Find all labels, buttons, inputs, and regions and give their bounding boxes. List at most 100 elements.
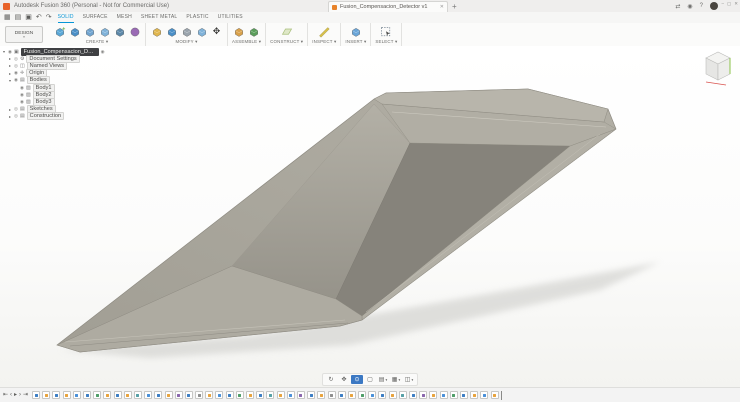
revolve-icon[interactable] (83, 25, 96, 38)
3d-viewport[interactable]: ▾ ◉ ▣ Fusion_Compensacion_Det... ◉ ▸◎⚙Do… (0, 46, 740, 402)
visibility-eye-icon[interactable]: ◉ (101, 49, 105, 55)
timeline-feature-extrude[interactable] (165, 391, 173, 399)
redo-icon[interactable]: ↷ (46, 13, 52, 23)
tab-utilities[interactable]: UTILITIES (218, 12, 243, 23)
timeline-feature-fillet[interactable] (144, 391, 152, 399)
visibility-eye-icon[interactable]: ◉ (14, 70, 18, 76)
display-settings-icon[interactable]: ▤▾ (377, 375, 389, 384)
caret-down-icon[interactable]: ▾ (8, 78, 12, 83)
group-label-insert[interactable]: INSERT ▾ (345, 39, 366, 45)
close-button[interactable]: ✕ (734, 0, 738, 8)
tab-sheet-metal[interactable]: SHEET METAL (141, 12, 177, 23)
timeline-feature-extrude[interactable] (124, 391, 132, 399)
timeline-feature-hole[interactable] (195, 391, 203, 399)
timeline-feature-sketch[interactable] (114, 391, 122, 399)
form-icon[interactable] (128, 25, 141, 38)
visibility-eye-icon[interactable]: ◎ (14, 113, 18, 119)
timeline-feature-extrude[interactable] (103, 391, 111, 399)
visibility-eye-icon[interactable]: ◎ (14, 106, 18, 112)
timeline-feature-fillet[interactable] (480, 391, 488, 399)
browser-item-named-views[interactable]: ▸◎◫Named Views (2, 62, 114, 69)
visibility-eye-icon[interactable]: ◉ (20, 99, 24, 105)
workspace-selector-button[interactable]: DESIGN ▾ (5, 26, 43, 43)
timeline-feature-extrude[interactable] (429, 391, 437, 399)
browser-item-body3[interactable]: ◉▧Body3 (2, 98, 114, 105)
new-solid-icon[interactable]: + (53, 25, 66, 38)
combine-icon[interactable] (195, 25, 208, 38)
minimize-button[interactable]: – (721, 0, 724, 8)
step-back-icon[interactable]: ‹ (10, 390, 12, 400)
visibility-eye-icon[interactable]: ◉ (14, 77, 18, 83)
grid-settings-icon[interactable]: ▦▾ (390, 375, 402, 384)
timeline-feature-sketch[interactable] (185, 391, 193, 399)
timeline-feature-extrude[interactable] (42, 391, 50, 399)
caret-right-icon[interactable]: ▸ (8, 71, 12, 76)
visibility-eye-icon[interactable]: ◎ (14, 56, 18, 62)
pattern-icon[interactable] (113, 25, 126, 38)
timeline-feature-fillet[interactable] (73, 391, 81, 399)
timeline-feature-pattern[interactable] (419, 391, 427, 399)
timeline-feature-shell[interactable] (266, 391, 274, 399)
joint-icon[interactable] (248, 25, 261, 38)
construction-plane-icon[interactable] (280, 25, 293, 38)
timeline-feature-extrude[interactable] (317, 391, 325, 399)
undo-icon[interactable]: ↶ (36, 13, 42, 23)
file-icon[interactable]: ▤ (15, 13, 22, 23)
tab-mesh[interactable]: MESH (117, 12, 132, 23)
timeline-feature-pattern[interactable] (297, 391, 305, 399)
timeline-feature-sketch[interactable] (226, 391, 234, 399)
caret-right-icon[interactable]: ▸ (8, 63, 12, 68)
group-label-modify[interactable]: MODIFY ▾ (175, 39, 197, 45)
visibility-eye-icon[interactable]: ◉ (8, 49, 12, 55)
go-to-end-icon[interactable]: ⇥ (23, 390, 28, 400)
visibility-eye-icon[interactable]: ◉ (20, 85, 24, 91)
shell-icon[interactable] (180, 25, 193, 38)
timeline-feature-extrude[interactable] (205, 391, 213, 399)
timeline-feature-pattern[interactable] (175, 391, 183, 399)
orbit-icon[interactable]: ↻ (325, 375, 337, 384)
viewcube[interactable] (700, 48, 736, 88)
timeline-feature-extrude[interactable] (63, 391, 71, 399)
timeline-feature-combine[interactable] (93, 391, 101, 399)
data-panel-icon[interactable]: ▦ (4, 13, 11, 23)
play-icon[interactable]: ▸ (14, 390, 17, 400)
timeline-feature-sketch[interactable] (256, 391, 264, 399)
document-tab[interactable]: Fusion_Compensacion_Detector v1 ✕ (328, 1, 448, 12)
press-pull-icon[interactable] (150, 25, 163, 38)
timeline-feature-shell[interactable] (134, 391, 142, 399)
timeline-feature-sketch[interactable] (409, 391, 417, 399)
go-to-start-icon[interactable]: ⇤ (3, 390, 8, 400)
tab-surface[interactable]: SURFACE (83, 12, 108, 23)
help-icon[interactable]: ? (700, 3, 703, 9)
timeline-feature-fillet[interactable] (368, 391, 376, 399)
timeline-feature-sketch[interactable] (378, 391, 386, 399)
timeline-feature-hole[interactable] (328, 391, 336, 399)
timeline-feature-fillet[interactable] (440, 391, 448, 399)
caret-right-icon[interactable]: ▸ (8, 107, 12, 112)
timeline-feature-extrude[interactable] (277, 391, 285, 399)
notifications-bell-icon[interactable]: ◉ (687, 3, 692, 10)
group-label-construct[interactable]: CONSTRUCT ▾ (270, 39, 303, 45)
browser-item-construction[interactable]: ▸◎▤Construction (2, 113, 114, 120)
timeline-feature-combine[interactable] (450, 391, 458, 399)
timeline-feature-shell[interactable] (399, 391, 407, 399)
group-label-select[interactable]: SELECT ▾ (375, 39, 397, 45)
fit-icon[interactable]: ▢ (364, 375, 376, 384)
timeline-feature-fillet[interactable] (287, 391, 295, 399)
timeline-feature-extrude[interactable] (491, 391, 499, 399)
timeline-feature-combine[interactable] (236, 391, 244, 399)
document-tab-close-icon[interactable]: ✕ (440, 4, 444, 10)
group-label-inspect[interactable]: INSPECT ▾ (312, 39, 336, 45)
new-document-tab-button[interactable]: + (452, 2, 457, 11)
caret-right-icon[interactable]: ▸ (8, 56, 12, 61)
timeline-feature-sketch[interactable] (32, 391, 40, 399)
timeline-feature-extrude[interactable] (470, 391, 478, 399)
select-cursor-icon[interactable] (380, 25, 393, 38)
timeline-feature-sketch[interactable] (83, 391, 91, 399)
viewports-icon[interactable]: ◫▾ (403, 375, 415, 384)
browser-item-origin[interactable]: ▸◉✛Origin (2, 70, 114, 77)
pan-icon[interactable]: ✥ (338, 375, 350, 384)
maximize-button[interactable]: ▢ (727, 0, 731, 8)
zoom-icon[interactable]: ⊙ (351, 375, 363, 384)
timeline-feature-sketch[interactable] (307, 391, 315, 399)
